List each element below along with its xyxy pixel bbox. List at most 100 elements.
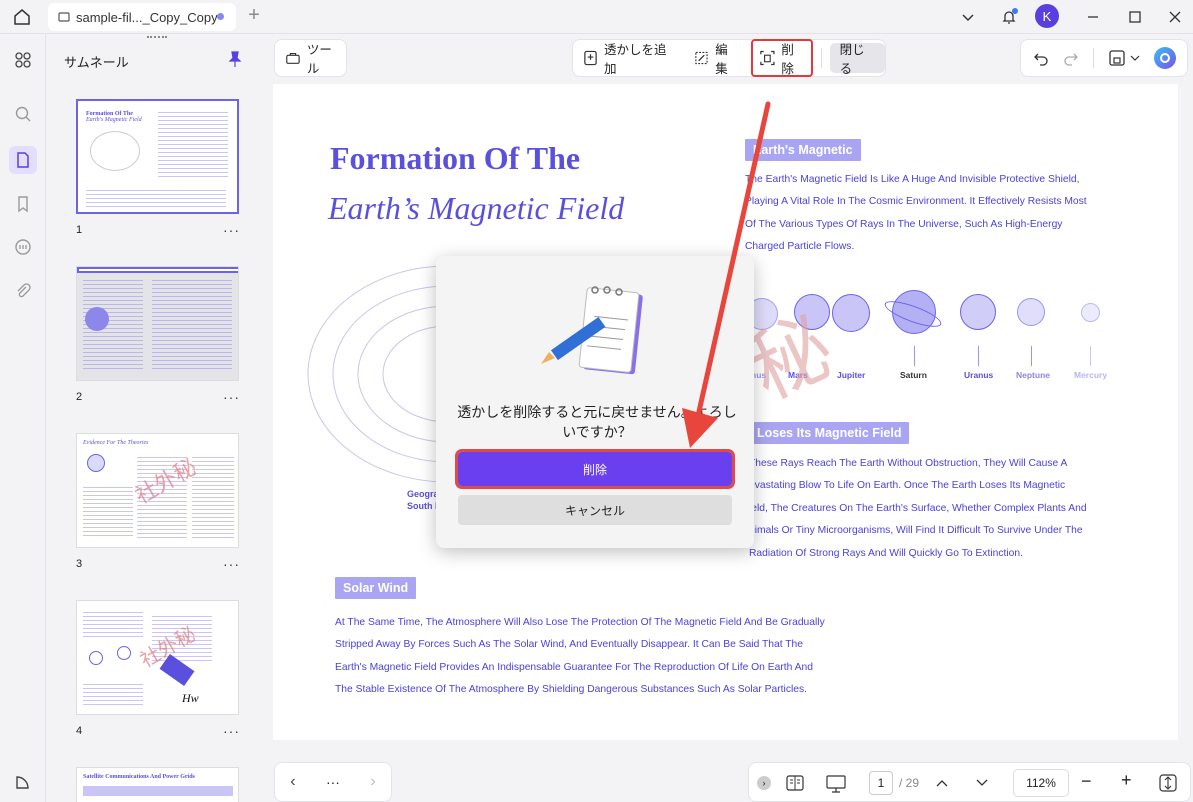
tab-title: sample-fil..._Copy_Copy bbox=[76, 9, 218, 25]
toolbar-divider bbox=[820, 48, 822, 68]
chevron-up-icon[interactable] bbox=[936, 778, 948, 788]
thumbnail-page-4[interactable]: 社外秘 Hw bbox=[76, 600, 239, 715]
more-button[interactable]: ··· bbox=[326, 774, 340, 790]
close-watermark-button[interactable]: 閉じる bbox=[829, 43, 885, 76]
prev-page-icon[interactable]: ‹ bbox=[290, 773, 295, 791]
left-icon-rail bbox=[0, 34, 46, 802]
tools-button[interactable]: ツール bbox=[279, 43, 346, 76]
save-icon[interactable] bbox=[1108, 49, 1126, 67]
page-number: 3 bbox=[76, 558, 83, 570]
tools-group: ツール bbox=[274, 39, 347, 77]
cancel-button[interactable]: キャンセル bbox=[458, 495, 732, 525]
section2-body: These Rays Reach The Earth Without Obstr… bbox=[749, 458, 1087, 559]
notepad-pencil-icon bbox=[541, 286, 643, 375]
planet-label: Mercury bbox=[1074, 370, 1108, 380]
thumbnail-panel: サムネール Formation Of The Earth's Magnetic F… bbox=[47, 34, 266, 802]
delete-watermark-icon bbox=[759, 50, 775, 66]
chevron-down-icon[interactable] bbox=[976, 778, 988, 788]
planet-label: Uranus bbox=[964, 370, 994, 380]
chevron-down-icon[interactable] bbox=[1130, 53, 1140, 63]
bookmark-icon[interactable] bbox=[9, 190, 37, 218]
watermark-group: 透かしを追加 編集 削除 閉じる bbox=[572, 39, 886, 77]
page-more-button[interactable]: ··· bbox=[223, 723, 240, 739]
page-more-button[interactable]: ··· bbox=[223, 222, 240, 238]
title-bar: sample-fil..._Copy_Copy + K bbox=[0, 0, 1193, 34]
notification-bell-icon[interactable] bbox=[997, 5, 1021, 29]
section1-body: The Earth's Magnetic Field Is Like A Hug… bbox=[745, 174, 1087, 253]
home-icon[interactable] bbox=[10, 6, 34, 28]
planet-jupiter bbox=[832, 294, 870, 332]
planet-uranus bbox=[960, 294, 996, 330]
stem bbox=[978, 346, 979, 366]
thumbnail-page-1[interactable]: Formation Of The Earth's Magnetic Field bbox=[76, 99, 239, 214]
right-tools-group bbox=[1020, 39, 1188, 77]
planet-neptune bbox=[1017, 298, 1045, 326]
add-watermark-icon bbox=[584, 50, 597, 66]
toolbar: ツール 透かしを追加 編集 削除 閉じる bbox=[270, 34, 1193, 86]
close-label: 閉じる bbox=[839, 43, 865, 76]
page-number: 4 bbox=[76, 725, 83, 737]
theme-toggle-icon[interactable] bbox=[9, 768, 37, 796]
section-heading: Solar Wind bbox=[335, 577, 417, 599]
annotation-arrow bbox=[682, 101, 771, 448]
document-tab[interactable]: sample-fil..._Copy_Copy bbox=[48, 3, 236, 31]
thumbnail-page-5[interactable]: Satellite Communications And Power Grids bbox=[76, 767, 239, 802]
thumbnail-page-3[interactable]: Evidence For The Theories 社外秘 bbox=[76, 433, 239, 548]
toolbar-divider bbox=[1093, 48, 1094, 68]
page-more-button[interactable]: ··· bbox=[223, 389, 240, 405]
delete-watermark-button[interactable]: 削除 bbox=[750, 39, 813, 77]
total-pages: / 29 bbox=[899, 776, 920, 790]
page-number: 2 bbox=[76, 391, 83, 403]
presentation-icon[interactable] bbox=[826, 775, 846, 793]
edit-watermark-button[interactable]: 編集 bbox=[688, 43, 744, 76]
undo-icon[interactable] bbox=[1033, 50, 1049, 66]
thumbnail-page-2[interactable] bbox=[76, 266, 239, 381]
ai-assistant-icon[interactable] bbox=[1154, 47, 1176, 69]
page-nav-group: ‹ ··· › bbox=[274, 762, 392, 802]
close-window-icon[interactable] bbox=[1163, 5, 1187, 29]
resize-handle[interactable] bbox=[147, 36, 167, 40]
comment-icon[interactable] bbox=[9, 233, 37, 261]
stem bbox=[1031, 346, 1032, 366]
zoom-level[interactable]: 112% bbox=[1013, 769, 1069, 797]
new-tab-icon[interactable]: + bbox=[244, 5, 264, 26]
zoom-in-icon[interactable]: + bbox=[1121, 770, 1132, 791]
stem bbox=[914, 346, 915, 366]
next-page-icon[interactable]: › bbox=[370, 773, 375, 791]
collapse-icon[interactable]: › bbox=[757, 776, 771, 790]
minimize-icon[interactable] bbox=[1081, 5, 1105, 29]
attachment-icon[interactable] bbox=[9, 277, 37, 305]
chevron-down-icon[interactable] bbox=[956, 5, 980, 29]
reading-mode-icon[interactable] bbox=[786, 775, 804, 791]
doc-title-line1: Formation Of The bbox=[330, 140, 581, 176]
thumbnails-icon[interactable] bbox=[9, 146, 37, 174]
page-number: 1 bbox=[76, 224, 83, 236]
unsaved-dot-icon bbox=[217, 13, 224, 20]
section3-body: At The Same Time, The Atmosphere Will Al… bbox=[335, 617, 825, 696]
toolbox-icon bbox=[286, 53, 300, 64]
document-icon bbox=[58, 12, 70, 22]
redo-icon[interactable] bbox=[1063, 50, 1079, 66]
edit-label: 編集 bbox=[715, 43, 728, 76]
pin-icon[interactable] bbox=[226, 50, 244, 68]
add-watermark-label: 透かしを追加 bbox=[604, 43, 667, 76]
confirm-delete-button[interactable]: 削除 bbox=[455, 449, 735, 489]
fit-page-icon[interactable] bbox=[1159, 774, 1177, 792]
stem bbox=[1090, 346, 1091, 366]
panel-title: サムネール bbox=[64, 55, 129, 70]
page-more-button[interactable]: ··· bbox=[223, 556, 240, 572]
avatar[interactable]: K bbox=[1035, 4, 1059, 28]
view-controls-group: › 1 / 29 112% − + bbox=[748, 762, 1191, 802]
add-watermark-button[interactable]: 透かしを追加 bbox=[577, 43, 680, 76]
zoom-out-icon[interactable]: − bbox=[1081, 771, 1092, 792]
search-icon[interactable] bbox=[9, 100, 37, 128]
maximize-icon[interactable] bbox=[1123, 5, 1147, 29]
doc-title-line2: Earth’s Magnetic Field bbox=[328, 190, 625, 226]
bottom-bar: ‹ ··· › › 1 / 29 112% − + bbox=[270, 760, 1193, 802]
tools-label: ツール bbox=[306, 43, 332, 76]
planet-label: Neptune bbox=[1016, 370, 1050, 380]
planet-label: Saturn bbox=[900, 370, 927, 380]
grid-icon[interactable] bbox=[9, 46, 37, 74]
edit-icon bbox=[695, 51, 708, 65]
page-number-input[interactable]: 1 bbox=[869, 771, 893, 795]
